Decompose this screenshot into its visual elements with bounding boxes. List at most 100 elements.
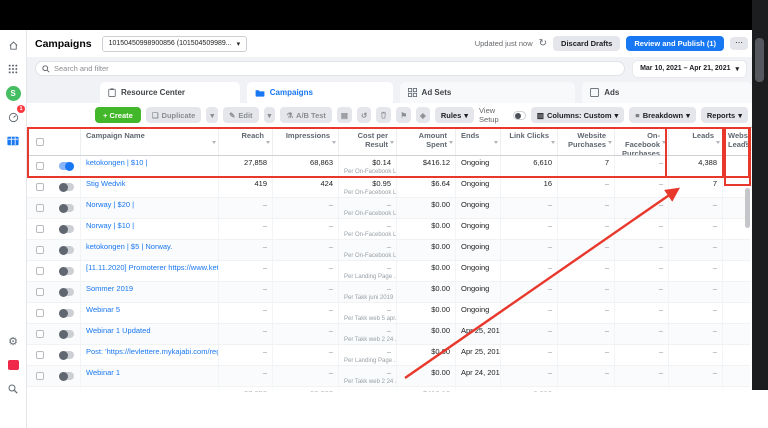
search-input[interactable] [54, 64, 618, 73]
campaign-name-link[interactable]: ketokongen | $10 | [86, 158, 147, 167]
campaign-toggle[interactable] [52, 240, 80, 260]
campaign-toggle[interactable] [52, 156, 80, 176]
campaign-toggle[interactable] [52, 366, 80, 386]
create-button[interactable]: + Create [95, 107, 141, 123]
search-box[interactable] [35, 61, 625, 76]
columns-button[interactable]: ▥ Columns: Custom ▾ [531, 107, 624, 123]
sort-caret-icon[interactable] [332, 141, 336, 144]
discard-drafts-button[interactable]: Discard Drafts [553, 36, 620, 51]
table-row[interactable]: Norway | $20 |–––Per On-Facebook L...$0.… [27, 198, 750, 219]
campaign-toggle[interactable] [52, 198, 80, 218]
table-row[interactable]: Post: 'https://levlettere.mykajabi.com/r… [27, 345, 750, 366]
column-header-ofp[interactable]: On-Facebook Purchases [614, 128, 668, 155]
view-setup-toggle[interactable] [513, 111, 526, 120]
sort-caret-icon[interactable] [266, 141, 270, 144]
clipboard-button[interactable]: ▤ [337, 107, 352, 123]
announcement-icon[interactable] [4, 356, 22, 374]
table-scrollbar-thumb[interactable] [745, 188, 750, 228]
column-header-wp[interactable]: Website Purchases [557, 128, 614, 155]
row-checkbox[interactable] [27, 282, 52, 302]
rules-button[interactable]: Rules ▾ [435, 107, 474, 123]
sort-caret-icon[interactable] [608, 141, 612, 144]
sort-caret-icon[interactable] [716, 141, 720, 144]
table-row[interactable]: Stig Wedvik419424$0.95Per On-Facebook L.… [27, 177, 750, 198]
campaign-toggle[interactable] [52, 345, 80, 365]
row-checkbox[interactable] [27, 156, 52, 176]
row-checkbox[interactable] [27, 303, 52, 323]
column-header-name[interactable]: Campaign Name [80, 128, 218, 155]
campaign-name-link[interactable]: Norway | $10 | [86, 221, 134, 230]
select-all-checkbox[interactable] [27, 128, 52, 155]
column-header-wl[interactable]: Website Leads [722, 128, 750, 155]
campaign-name-link[interactable]: Webinar 1 Updated [86, 326, 151, 335]
review-publish-button[interactable]: Review and Publish (1) [626, 36, 724, 51]
row-checkbox[interactable] [27, 261, 52, 281]
column-header-spent[interactable]: Amount Spent [396, 128, 455, 155]
row-checkbox[interactable] [27, 177, 52, 197]
sort-caret-icon[interactable] [744, 141, 748, 144]
campaign-toggle[interactable] [52, 261, 80, 281]
duplicate-caret-button[interactable]: ▾ [206, 107, 218, 123]
page-scrollbar[interactable] [752, 0, 768, 390]
account-selector[interactable]: 10150450998900856 (101504509989... ▾ [102, 36, 248, 52]
sort-caret-icon[interactable] [212, 141, 216, 144]
apps-grid-icon[interactable] [4, 60, 22, 78]
row-checkbox[interactable] [27, 345, 52, 365]
campaign-name-link[interactable]: Stig Wedvik [86, 179, 125, 188]
campaign-name-link[interactable]: Norway | $20 | [86, 200, 134, 209]
table-row[interactable]: Norway | $10 |–––Per On-Facebook L...$0.… [27, 219, 750, 240]
tag-button[interactable]: ◈ [416, 107, 430, 123]
table-row[interactable]: ketokongen | $5 | Norway.–––Per On-Faceb… [27, 240, 750, 261]
column-header-clicks[interactable]: Link Clicks [500, 128, 557, 155]
campaign-toggle[interactable] [52, 219, 80, 239]
campaign-name-link[interactable]: Sommer 2019 [86, 284, 133, 293]
refresh-icon[interactable]: ↻ [539, 38, 547, 49]
page-scrollbar-thumb[interactable] [755, 38, 764, 82]
campaign-toggle[interactable] [52, 303, 80, 323]
tab-ad-sets[interactable]: Ad Sets [400, 82, 576, 103]
campaign-name-link[interactable]: [11.11.2020] Promoterer https://www.keto… [86, 263, 218, 272]
campaign-toggle[interactable] [52, 177, 80, 197]
tab-resource-center[interactable]: Resource Center [100, 82, 240, 103]
table-row[interactable]: Webinar 5–––Per Takk web 5 apr...$0.00On… [27, 303, 750, 324]
campaign-name-link[interactable]: Post: 'https://levlettere.mykajabi.com/r… [86, 347, 218, 356]
table-row[interactable]: Webinar 1 Updated–––Per Takk web 2 24 ..… [27, 324, 750, 345]
table-row[interactable]: ketokongen | $10 |27,85868,863$0.14Per O… [27, 156, 750, 177]
campaign-toggle[interactable] [52, 282, 80, 302]
settings-gear-icon[interactable]: ⚙ [4, 332, 22, 350]
tab-ads[interactable]: Ads [582, 82, 752, 103]
campaign-toggle[interactable] [52, 324, 80, 344]
sort-caret-icon[interactable] [494, 141, 498, 144]
column-header-reach[interactable]: Reach [218, 128, 272, 155]
search-nav-icon[interactable] [4, 380, 22, 398]
account-avatar[interactable]: S [4, 84, 22, 102]
row-checkbox[interactable] [27, 198, 52, 218]
row-checkbox[interactable] [27, 324, 52, 344]
date-range-picker[interactable]: Mar 10, 2021 – Apr 21, 2021 ▾ [633, 61, 746, 77]
home-icon[interactable] [4, 36, 22, 54]
duplicate-button[interactable]: ❏ Duplicate [146, 107, 202, 123]
row-checkbox[interactable] [27, 366, 52, 386]
edit-button[interactable]: ✎ Edit [223, 107, 258, 123]
campaign-name-link[interactable]: Webinar 5 [86, 305, 120, 314]
sort-caret-icon[interactable] [449, 141, 453, 144]
column-header-cpr[interactable]: Cost per Result [338, 128, 396, 155]
column-header-leads[interactable]: Leads [668, 128, 722, 155]
table-row[interactable]: Webinar 1–––Per Takk web 2 24 ...$0.00Ap… [27, 366, 750, 387]
row-checkbox[interactable] [27, 240, 52, 260]
column-header-impressions[interactable]: Impressions [272, 128, 338, 155]
sort-caret-icon[interactable] [390, 141, 394, 144]
tab-campaigns[interactable]: Campaigns [247, 82, 393, 103]
campaigns-table-icon[interactable] [4, 132, 22, 150]
reports-button[interactable]: Reports ▾ [701, 107, 748, 123]
edit-caret-button[interactable]: ▾ [264, 107, 276, 123]
more-options-button[interactable]: ⋯ [730, 37, 748, 50]
table-row[interactable]: [11.11.2020] Promoterer https://www.keto… [27, 261, 750, 282]
table-row[interactable]: Sommer 2019–––Per Takk juni 2019$0.00Ong… [27, 282, 750, 303]
row-checkbox[interactable] [27, 219, 52, 239]
column-header-ends[interactable]: Ends [455, 128, 500, 155]
flag-button[interactable]: ⚑ [396, 107, 411, 123]
undo-button[interactable]: ↺ [357, 107, 371, 123]
ab-test-button[interactable]: ⚗ A/B Test [280, 107, 332, 123]
breakdown-button[interactable]: ≡ Breakdown ▾ [629, 107, 696, 123]
